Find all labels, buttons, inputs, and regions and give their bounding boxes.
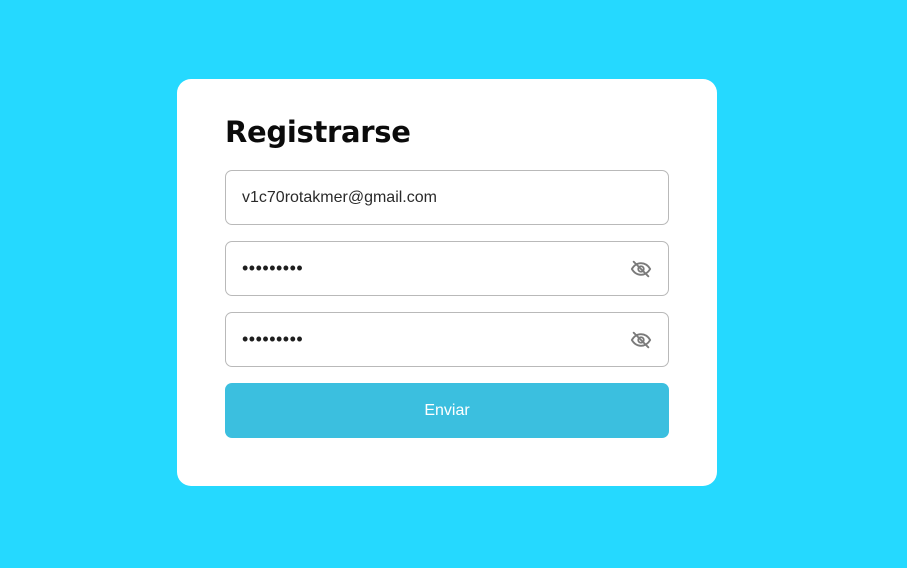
eye-off-icon[interactable]: [630, 258, 652, 280]
email-field-value[interactable]: v1c70rotakmer@gmail.com: [242, 189, 652, 207]
password-field-value[interactable]: •••••••••: [242, 258, 630, 279]
register-card: Registrarse v1c70rotakmer@gmail.com ••••…: [177, 79, 717, 486]
password-field[interactable]: •••••••••: [225, 241, 669, 296]
confirm-password-field[interactable]: •••••••••: [225, 312, 669, 367]
email-field[interactable]: v1c70rotakmer@gmail.com: [225, 170, 669, 225]
confirm-password-field-value[interactable]: •••••••••: [242, 329, 630, 350]
submit-button[interactable]: Enviar: [225, 383, 669, 438]
eye-off-icon[interactable]: [630, 329, 652, 351]
page-title: Registrarse: [225, 115, 411, 149]
